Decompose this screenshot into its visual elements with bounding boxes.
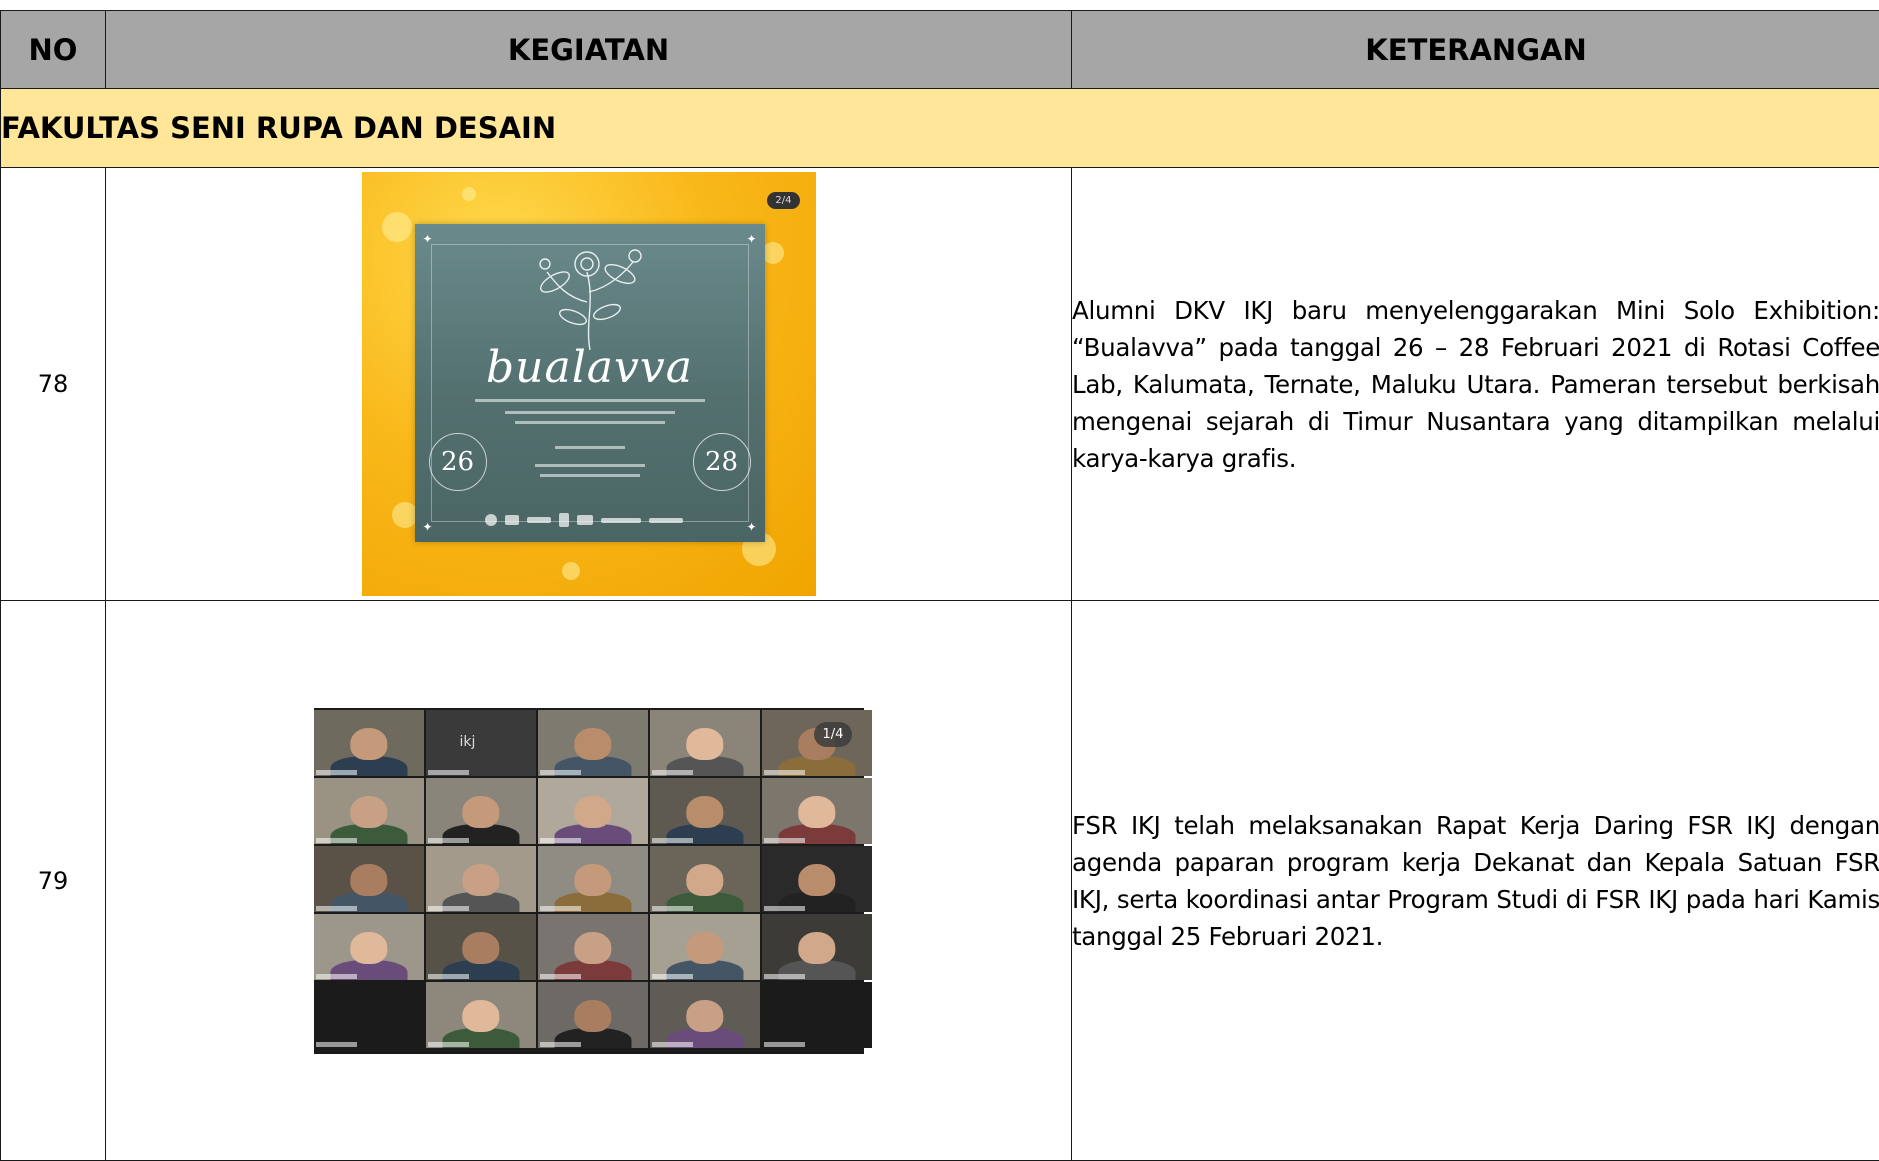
row-description: FSR IKJ telah melaksanakan Rapat Kerja D… [1072, 601, 1879, 1161]
poster-panel: ✦ ✦ ✦ ✦ [415, 224, 765, 542]
participant-tile [538, 914, 648, 980]
sponsor-logos [485, 512, 705, 528]
sparkle-icon: ✦ [746, 520, 756, 534]
document-sheet: NO KEGIATAN KETERANGAN FAKULTAS SENI RUP… [0, 10, 1879, 1161]
header-keterangan: KETERANGAN [1072, 11, 1879, 89]
sparkle-icon: ✦ [423, 520, 433, 534]
section-row: FAKULTAS SENI RUPA DAN DESAIN [1, 89, 1879, 168]
poster-title: bualavva [415, 342, 765, 393]
participant-tile [314, 914, 424, 980]
header-kegiatan: KEGIATAN [106, 11, 1072, 89]
video-call-screenshot: ikj 1/4 [314, 708, 864, 1054]
table-header-row: NO KEGIATAN KETERANGAN [1, 11, 1879, 89]
row-number: 78 [1, 168, 106, 601]
activity-image-cell: ikj 1/4 [106, 601, 1072, 1161]
participant-tile [426, 778, 536, 844]
sparkle-icon: ✦ [746, 232, 756, 246]
participant-tile [538, 710, 648, 776]
page-indicator-badge: 1/4 [814, 722, 853, 747]
poster-end-day: 28 [693, 433, 751, 491]
participant-tile [762, 982, 872, 1048]
poster-start-day: 26 [429, 433, 487, 491]
participant-tile [762, 846, 872, 912]
flower-illustration-icon [525, 242, 655, 352]
participant-tile [650, 982, 760, 1048]
participant-tile [314, 778, 424, 844]
activity-table: NO KEGIATAN KETERANGAN FAKULTAS SENI RUP… [0, 10, 1879, 1161]
table-row: 79 ikj 1/4 FSR IKJ telah melaksanakan Rap… [1, 601, 1879, 1161]
exhibition-poster-image: 2/4 ✦ ✦ ✦ ✦ [362, 172, 816, 596]
participant-tile [314, 710, 424, 776]
page-indicator-badge: 2/4 [767, 192, 799, 209]
participant-tile [650, 914, 760, 980]
participant-tile [426, 982, 536, 1048]
ikj-logo: ikj [460, 734, 476, 750]
participant-tile [762, 914, 872, 980]
table-row: 78 2/4 ✦ ✦ ✦ [1, 168, 1879, 601]
row-number: 79 [1, 601, 106, 1161]
participant-tile [426, 914, 536, 980]
sparkle-icon: ✦ [423, 232, 433, 246]
row-description: Alumni DKV IKJ baru menyelenggarakan Min… [1072, 168, 1879, 601]
participant-tile [650, 846, 760, 912]
participant-tile [762, 778, 872, 844]
participant-tile: ikj [426, 710, 536, 776]
header-no: NO [1, 11, 106, 89]
section-title: FAKULTAS SENI RUPA DAN DESAIN [1, 89, 1879, 168]
participant-tile [538, 778, 648, 844]
participant-tile [538, 982, 648, 1048]
participant-tile [650, 710, 760, 776]
participant-tile [650, 778, 760, 844]
activity-image-cell: 2/4 ✦ ✦ ✦ ✦ [106, 168, 1072, 601]
participant-tile [538, 846, 648, 912]
participant-tile [426, 846, 536, 912]
participant-tile [314, 982, 424, 1048]
participant-tile [314, 846, 424, 912]
